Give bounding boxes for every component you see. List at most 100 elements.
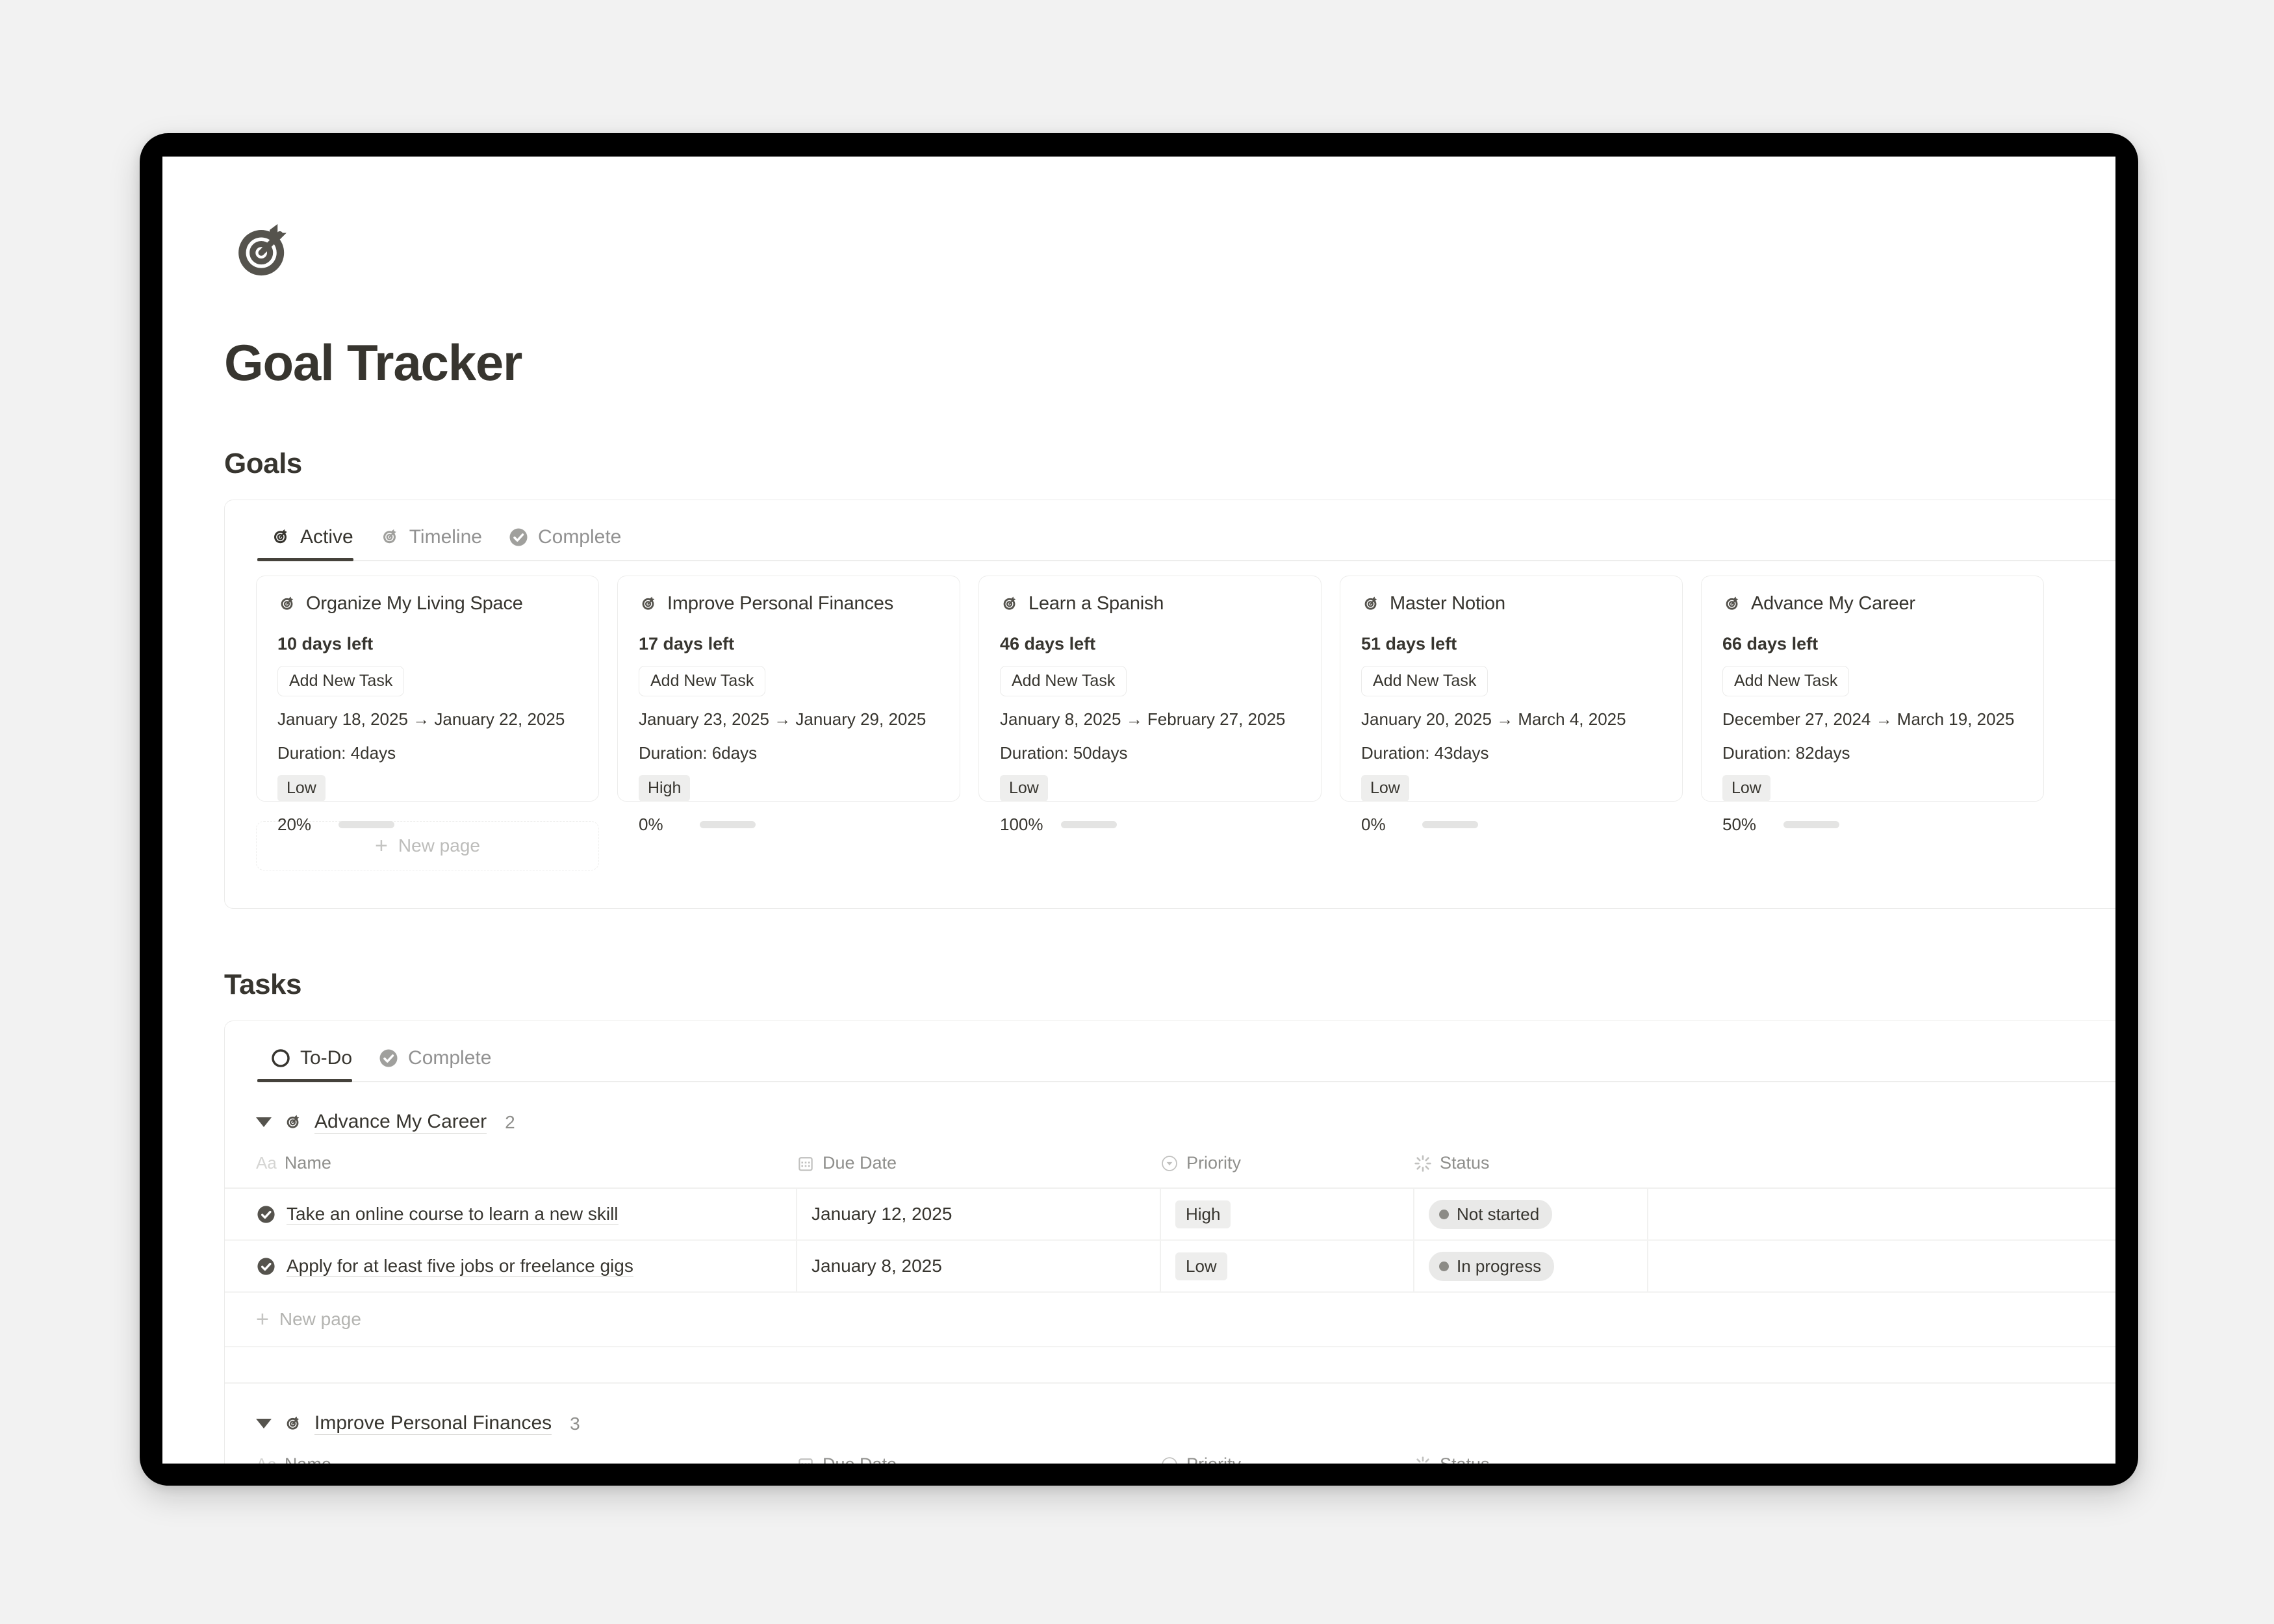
tab-todo[interactable]: To-Do <box>257 1047 365 1082</box>
target-icon <box>1000 594 1019 614</box>
goal-card[interactable]: Organize My Living Space 10 days left Ad… <box>256 576 599 834</box>
tab-complete[interactable]: Complete <box>365 1047 504 1082</box>
column-header-priority[interactable]: Priority <box>1160 1153 1414 1189</box>
cell-due-date[interactable]: January 12, 2025 <box>797 1188 1161 1241</box>
column-label: Priority <box>1186 1454 1241 1464</box>
column-header-name[interactable]: Aa Name <box>225 1153 797 1189</box>
task-group-name[interactable]: Advance My Career <box>314 1111 487 1134</box>
task-group-header[interactable]: Improve Personal Finances 3 <box>225 1384 2115 1435</box>
column-header-name[interactable]: Aa Name <box>225 1454 797 1464</box>
chevron-down-icon[interactable] <box>256 1117 272 1127</box>
goal-progress-bar <box>1061 821 1117 828</box>
cell-status[interactable]: In progress <box>1414 1240 1648 1293</box>
column-header-due-date[interactable]: Due Date <box>797 1153 1160 1189</box>
add-new-task-button[interactable]: Add New Task <box>639 666 766 696</box>
status-dot-icon <box>1439 1261 1449 1271</box>
target-icon <box>379 527 400 548</box>
status-badge: Not started <box>1429 1199 1553 1229</box>
status-badge: In progress <box>1429 1251 1555 1281</box>
check-circle-icon[interactable] <box>256 1256 276 1276</box>
cell-status[interactable]: Not started <box>1414 1188 1648 1241</box>
goal-progress-label: 50% <box>1722 815 1757 834</box>
tab-active[interactable]: Active <box>257 526 366 561</box>
goals-panel: Active Timeline Complete Organize My Liv… <box>224 500 2115 909</box>
goal-days-left: 46 days left <box>1000 634 1096 653</box>
column-label: Due Date <box>823 1153 897 1173</box>
goal-progress-label: 0% <box>1361 815 1386 834</box>
due-date-value: January 8, 2025 <box>811 1256 942 1276</box>
goal-days-left: 10 days left <box>277 634 374 653</box>
goal-card-title: Improve Personal Finances <box>667 593 893 614</box>
target-icon <box>1361 594 1381 614</box>
add-new-task-button[interactable]: Add New Task <box>277 666 405 696</box>
task-name-link[interactable]: Take an online course to learn a new ski… <box>287 1204 619 1225</box>
task-group-name[interactable]: Improve Personal Finances <box>314 1412 552 1435</box>
cell-due-date[interactable]: January 8, 2025 <box>797 1240 1161 1293</box>
add-new-task-button[interactable]: Add New Task <box>1722 666 1850 696</box>
goal-progress-label: 0% <box>639 815 663 834</box>
check-circle-icon[interactable] <box>256 1204 276 1224</box>
goal-card[interactable]: Advance My Career 66 days left Add New T… <box>1701 576 2044 834</box>
priority-badge: High <box>1175 1200 1231 1228</box>
tab-label: To-Do <box>300 1047 353 1069</box>
spinner-icon <box>1414 1154 1432 1173</box>
new-page-label: New page <box>279 1309 361 1329</box>
goal-duration: Duration: 6days <box>639 743 758 763</box>
add-new-task-button[interactable]: Add New Task <box>1361 666 1488 696</box>
goal-card-title: Master Notion <box>1390 593 1505 614</box>
goal-duration: Duration: 4days <box>277 743 396 763</box>
goal-days-left: 51 days left <box>1361 634 1457 653</box>
goal-duration: Duration: 50days <box>1000 743 1128 763</box>
cell-name[interactable]: Take an online course to learn a new ski… <box>225 1188 797 1241</box>
group-separator <box>225 1347 2115 1384</box>
table-row[interactable]: Apply for at least five jobs or freelanc… <box>225 1240 2115 1293</box>
goal-progress-label: 100% <box>1000 815 1043 834</box>
goal-progress-bar <box>339 821 394 828</box>
goal-card[interactable]: Master Notion 51 days left Add New Task … <box>1340 576 1683 834</box>
cell-name[interactable]: Apply for at least five jobs or freelanc… <box>225 1240 797 1293</box>
goal-date-range: January 20, 2025 → March 4, 2025 <box>1361 709 1626 729</box>
goal-duration: Duration: 43days <box>1361 743 1489 763</box>
column-header-due-date[interactable]: Due Date <box>797 1454 1160 1464</box>
goal-progress: 50% <box>1722 815 2023 835</box>
task-name-link[interactable]: Apply for at least five jobs or freelanc… <box>287 1256 633 1277</box>
column-header-status[interactable]: Status <box>1414 1153 1648 1189</box>
chevron-down-icon[interactable] <box>256 1419 272 1428</box>
tasks-tabbar: To-Do Complete <box>225 1021 2115 1082</box>
goal-card-title-row: Master Notion <box>1361 593 1661 615</box>
goal-progress-bar <box>700 821 756 828</box>
tab-timeline[interactable]: Timeline <box>366 526 495 561</box>
tab-label: Complete <box>537 526 622 548</box>
target-icon <box>277 594 297 614</box>
task-group-count: 3 <box>570 1413 580 1434</box>
tab-label: Active <box>300 526 353 548</box>
add-new-task-button[interactable]: Add New Task <box>1000 666 1127 696</box>
cell-priority[interactable]: Low <box>1160 1240 1414 1293</box>
tasks-table: Aa Name Due Date Priority <box>225 1153 2115 1293</box>
target-icon <box>224 215 301 292</box>
target-icon <box>283 1113 303 1132</box>
target-icon <box>283 1414 303 1434</box>
goal-card[interactable]: Improve Personal Finances 17 days left A… <box>617 576 960 834</box>
table-row[interactable]: Take an online course to learn a new ski… <box>225 1188 2115 1241</box>
column-header-status[interactable]: Status <box>1414 1454 1648 1464</box>
goal-card[interactable]: Learn a Spanish 46 days left Add New Tas… <box>978 576 1322 834</box>
task-group-header[interactable]: Advance My Career 2 <box>225 1082 2115 1134</box>
goal-priority-badge: Low <box>1722 775 1770 802</box>
cell-priority[interactable]: High <box>1160 1188 1414 1241</box>
cell-spacer <box>1648 1188 2115 1241</box>
tasks-section-heading: Tasks <box>224 969 302 1000</box>
device-frame: Goal Tracker Goals Active Timeline Compl… <box>140 133 2138 1486</box>
column-label: Name <box>284 1153 331 1173</box>
goal-date-range: December 27, 2024 → March 19, 2025 <box>1722 709 2015 729</box>
tab-complete[interactable]: Complete <box>495 526 634 561</box>
column-header-priority[interactable]: Priority <box>1160 1454 1414 1464</box>
task-new-page-button[interactable]: + New page <box>225 1293 2115 1347</box>
goal-card-title-row: Advance My Career <box>1722 593 2023 615</box>
task-group-count: 2 <box>505 1111 515 1132</box>
goal-card-title: Learn a Spanish <box>1028 593 1164 614</box>
goal-card-title: Organize My Living Space <box>306 593 523 614</box>
tab-label: Complete <box>408 1047 492 1069</box>
goal-duration: Duration: 82days <box>1722 743 1850 763</box>
tasks-table: Aa Name Due Date Priority <box>225 1454 2115 1464</box>
